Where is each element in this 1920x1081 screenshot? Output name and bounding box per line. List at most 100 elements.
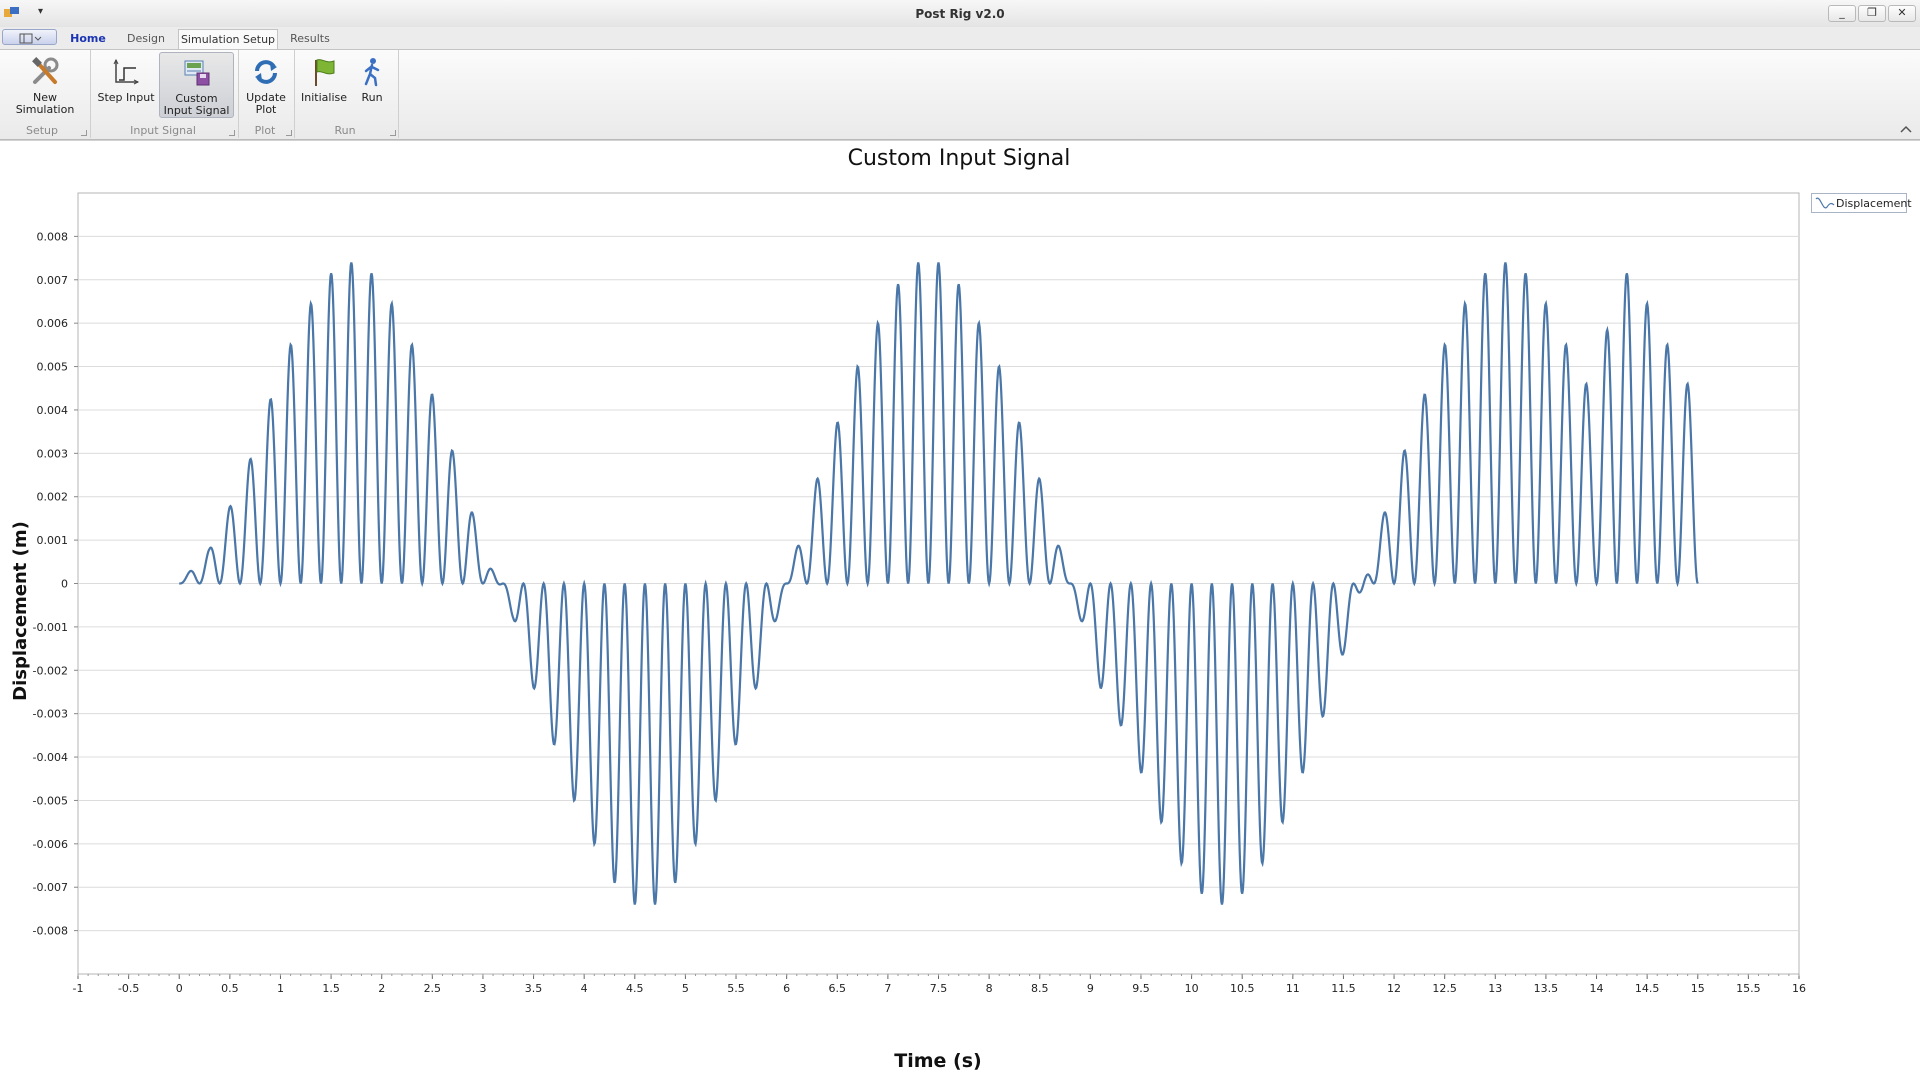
x-tick-label: 1.5: [322, 982, 340, 995]
x-tick-label: 0: [176, 982, 183, 995]
x-tick-label: 13.5: [1534, 982, 1559, 995]
x-tick-label: 7.5: [930, 982, 948, 995]
line-chart: Custom Input Signal -1 -0.5 0 0.5 1 1.5 2 2.5 3 3…: [10, 146, 1806, 1072]
y-tick-label: 0.005: [37, 361, 69, 374]
x-tick-label: 0.5: [221, 982, 239, 995]
x-tick-label: 6.5: [829, 982, 847, 995]
restore-button[interactable]: ❐: [1858, 5, 1886, 22]
custom-input-signal-button[interactable]: Custom Input Signal: [159, 52, 234, 118]
x-tick-label: 4: [581, 982, 588, 995]
y-tick-label: -0.007: [33, 881, 68, 894]
x-tick-label: 15: [1691, 982, 1705, 995]
chart-legend: Displacement: [1811, 193, 1912, 213]
x-tick-label: 8.5: [1031, 982, 1049, 995]
title-bar: ▾ Post Rig v2.0 _ ❐ ✕: [0, 0, 1920, 27]
x-tick-label: 9: [1087, 982, 1094, 995]
chart-title: Custom Input Signal: [848, 146, 1071, 171]
y-tick-label: 0.002: [37, 491, 69, 504]
collapse-ribbon-icon[interactable]: [1900, 124, 1912, 134]
y-axis-label: Displacement (m): [10, 521, 31, 701]
ribbon-group-run: Initialise Run Run: [295, 50, 399, 138]
legend-line-icon: [1815, 197, 1835, 209]
tab-home[interactable]: Home: [62, 29, 114, 49]
y-tick-label: 0: [61, 578, 68, 591]
y-tick-label: 0.003: [37, 447, 69, 460]
app-menu-icon: [19, 33, 42, 44]
chart-panel: Custom Input Signal -1 -0.5 0 0.5 1 1.5 2 2.5 3 3…: [0, 140, 1920, 1081]
x-tick-label: 3.5: [525, 982, 543, 995]
application-menu-button[interactable]: [2, 29, 57, 45]
ribbon: New Simulation Setup Step Input Custom I…: [0, 49, 1920, 140]
x-tick-label: 4.5: [626, 982, 644, 995]
y-tick-label: 0.007: [37, 274, 69, 287]
tab-design[interactable]: Design: [118, 29, 174, 49]
x-tick-label: 14.5: [1635, 982, 1660, 995]
step-input-icon: [113, 58, 140, 85]
y-tick-label: -0.001: [33, 621, 68, 634]
ribbon-group-setup: New Simulation Setup: [0, 50, 91, 138]
x-tick-label: 10: [1185, 982, 1199, 995]
x-tick-label: 6: [783, 982, 790, 995]
x-tick-label: 1: [277, 982, 284, 995]
initialise-button[interactable]: Initialise: [298, 52, 350, 118]
input-signal-dialog-launcher-icon[interactable]: [229, 130, 235, 136]
x-tick-label: 16: [1792, 982, 1806, 995]
x-tick-label: -0.5: [118, 982, 139, 995]
y-tick-label: 0.006: [37, 317, 69, 330]
setup-dialog-launcher-icon[interactable]: [81, 130, 87, 136]
run-label: Run: [361, 91, 383, 104]
y-tick-label: -0.004: [33, 751, 68, 764]
x-tick-label: 12: [1387, 982, 1401, 995]
x-axis-label: Time (s): [894, 1050, 981, 1072]
plot-dialog-launcher-icon[interactable]: [286, 130, 292, 136]
step-input-label: Step Input: [97, 91, 155, 104]
x-tick-label: 2.5: [424, 982, 442, 995]
y-tick-label: -0.008: [33, 925, 68, 938]
initialise-label: Initialise: [301, 91, 347, 104]
y-tick-label: 0.001: [37, 534, 69, 547]
new-simulation-label: New Simulation: [15, 91, 75, 116]
tools-icon: [32, 57, 59, 84]
x-tick-label: 15.5: [1736, 982, 1761, 995]
x-tick-label: 5: [682, 982, 689, 995]
x-tick-label: 3: [479, 982, 486, 995]
window-title: Post Rig v2.0: [915, 7, 1005, 21]
x-tick-label: 14: [1590, 982, 1604, 995]
ribbon-group-plot: Update Plot Plot: [239, 50, 295, 138]
y-tick-label: -0.005: [33, 794, 68, 807]
group-label-setup: Setup: [25, 124, 59, 137]
y-tick-label: 0.004: [37, 404, 69, 417]
refresh-icon: [255, 60, 277, 84]
group-label-run: Run: [334, 124, 356, 137]
x-tick-label: 11.5: [1331, 982, 1356, 995]
x-tick-label: 12.5: [1432, 982, 1457, 995]
close-button[interactable]: ✕: [1888, 5, 1916, 22]
custom-signal-icon: [184, 60, 209, 86]
new-simulation-button[interactable]: New Simulation: [3, 52, 87, 118]
y-tick-label: 0.008: [37, 230, 69, 243]
flag-icon: [315, 59, 335, 86]
x-tick-label: 8: [986, 982, 993, 995]
group-label-plot: Plot: [254, 124, 276, 137]
ribbon-group-input-signal: Step Input Custom Input Signal Input Sig…: [91, 50, 239, 138]
step-input-button[interactable]: Step Input: [96, 52, 156, 118]
x-tick-label: 5.5: [727, 982, 745, 995]
x-tick-label: 7: [884, 982, 891, 995]
y-tick-label: -0.002: [33, 664, 68, 677]
tab-results[interactable]: Results: [283, 29, 337, 49]
update-plot-button[interactable]: Update Plot: [242, 52, 290, 118]
x-tick-label: 9.5: [1132, 982, 1150, 995]
x-tick-label: 10.5: [1230, 982, 1255, 995]
y-tick-label: -0.003: [33, 708, 68, 721]
minimize-button[interactable]: _: [1828, 5, 1856, 22]
run-button[interactable]: Run: [353, 52, 391, 118]
x-tick-label: 11: [1286, 982, 1300, 995]
x-tick-label: 13: [1488, 982, 1502, 995]
tab-simulation-setup[interactable]: Simulation Setup: [178, 29, 278, 49]
legend-label-displacement: Displacement: [1836, 197, 1912, 210]
update-plot-label: Update Plot: [246, 91, 286, 116]
x-tick-label: -1: [73, 982, 84, 995]
ribbon-tab-row: Home Design Simulation Setup Results: [0, 27, 1920, 49]
x-tick-label: 2: [378, 982, 385, 995]
run-dialog-launcher-icon[interactable]: [390, 130, 396, 136]
